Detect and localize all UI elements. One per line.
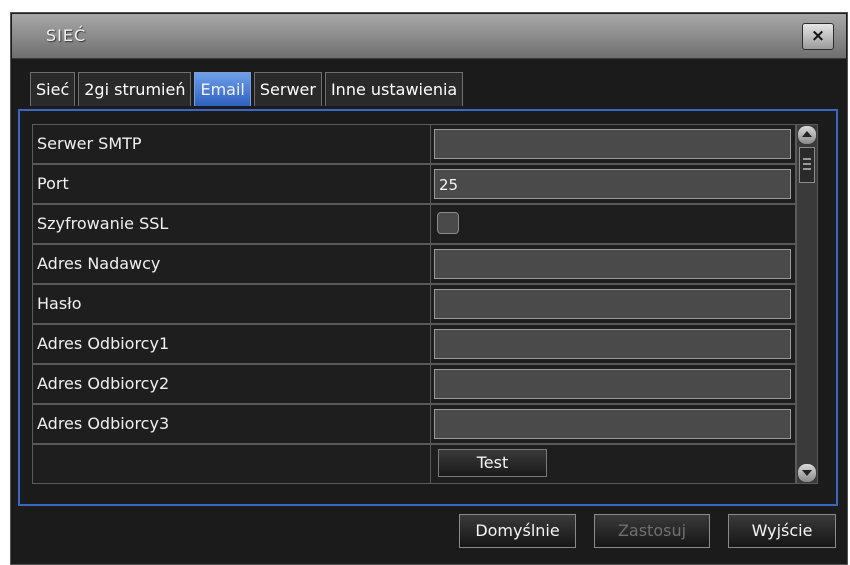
row-recipient-3: Adres Odbiorcy3	[32, 404, 796, 444]
row-password: Hasło	[32, 284, 796, 324]
scroll-up-icon[interactable]	[798, 126, 816, 144]
tab-email[interactable]: Email	[194, 72, 251, 106]
password-label: Hasło	[37, 294, 82, 313]
test-button[interactable]: Test	[438, 449, 547, 477]
recipient-3-input[interactable]	[434, 409, 791, 439]
email-settings-panel: Serwer SMTP Port 25 Szyfrowanie SSL Adre…	[18, 109, 838, 506]
ssl-checkbox[interactable]	[437, 212, 459, 234]
sender-address-label: Adres Nadawcy	[37, 254, 161, 273]
recipient-3-label: Adres Odbiorcy3	[37, 414, 170, 433]
close-icon: ×	[810, 26, 826, 46]
row-test: Test	[32, 444, 796, 484]
row-sender-address: Adres Nadawcy	[32, 244, 796, 284]
apply-button[interactable]: Zastosuj	[594, 514, 710, 548]
row-recipient-2: Adres Odbiorcy2	[32, 364, 796, 404]
window-title: SIEĆ	[46, 26, 87, 45]
ssl-label: Szyfrowanie SSL	[37, 214, 169, 233]
recipient-2-input[interactable]	[434, 369, 791, 399]
recipient-1-label: Adres Odbiorcy1	[37, 334, 170, 353]
scroll-down-icon[interactable]	[798, 464, 816, 482]
password-input[interactable]	[434, 289, 791, 319]
title-bar: SIEĆ ×	[12, 14, 846, 59]
row-ssl: Szyfrowanie SSL	[32, 204, 796, 244]
port-input[interactable]: 25	[434, 169, 791, 199]
tab-siec[interactable]: Sieć	[30, 72, 76, 106]
vertical-scrollbar[interactable]	[796, 124, 818, 484]
close-button[interactable]: ×	[802, 23, 834, 50]
port-label: Port	[37, 174, 69, 193]
row-recipient-1: Adres Odbiorcy1	[32, 324, 796, 364]
scroll-thumb[interactable]	[799, 147, 815, 183]
default-button[interactable]: Domyślnie	[459, 514, 576, 548]
tab-server[interactable]: Serwer	[253, 72, 322, 106]
recipient-2-label: Adres Odbiorcy2	[37, 374, 170, 393]
row-smtp-server: Serwer SMTP	[32, 124, 796, 164]
sender-address-input[interactable]	[434, 249, 791, 279]
tab-second-stream[interactable]: 2gi strumień	[78, 72, 192, 106]
smtp-server-input[interactable]	[434, 129, 791, 159]
row-port: Port 25	[32, 164, 796, 204]
recipient-1-input[interactable]	[434, 329, 791, 359]
exit-button[interactable]: Wyjście	[728, 514, 836, 548]
smtp-server-label: Serwer SMTP	[37, 134, 142, 153]
tab-other-settings[interactable]: Inne ustawienia	[324, 72, 464, 106]
tab-bar: Sieć 2gi strumień Email Serwer Inne usta…	[30, 72, 466, 106]
